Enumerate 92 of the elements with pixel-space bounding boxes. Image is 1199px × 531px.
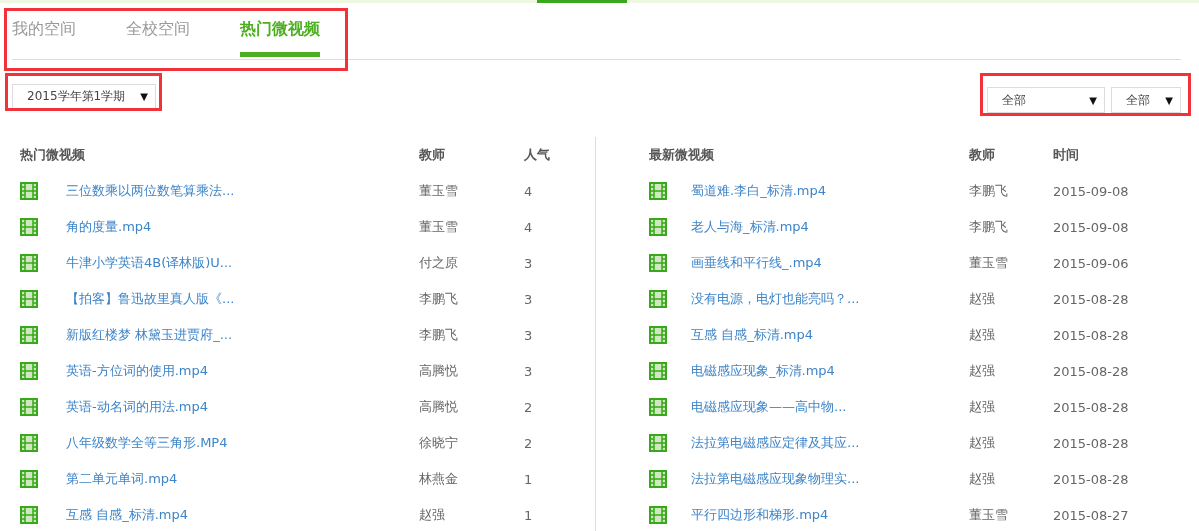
upload-date: 2015-08-28	[1053, 327, 1130, 343]
column-header: 热门微视频	[20, 146, 86, 164]
video-link[interactable]: 平行四边形和梯形.mp4	[691, 506, 969, 524]
column-header: 教师	[969, 146, 996, 164]
film-icon	[649, 326, 667, 344]
video-link[interactable]: 法拉第电磁感应定律及其应...	[691, 434, 969, 452]
film-icon	[649, 434, 667, 452]
film-icon	[20, 362, 38, 380]
teacher-name: 董玉雪	[419, 218, 459, 236]
teacher-name: 赵强	[969, 326, 996, 344]
video-link[interactable]: 法拉第电磁感应现象物理实...	[691, 470, 969, 488]
teacher-name: 付之原	[419, 254, 459, 272]
teacher-name: 董玉雪	[419, 182, 459, 200]
view-count: 4	[524, 183, 534, 199]
film-icon	[649, 470, 667, 488]
view-count: 3	[524, 327, 534, 343]
teacher-name: 赵强	[969, 290, 996, 308]
film-icon	[649, 254, 667, 272]
view-count: 3	[524, 363, 534, 379]
video-link[interactable]: 蜀道难.李白_标清.mp4	[691, 182, 969, 200]
filter-select[interactable]: 全部 ▼	[987, 87, 1105, 113]
view-count: 1	[524, 471, 534, 487]
teacher-name: 董玉雪	[969, 254, 1009, 272]
teacher-name: 林燕金	[419, 470, 459, 488]
video-link[interactable]: 画垂线和平行线_.mp4	[691, 254, 969, 272]
video-link[interactable]: 第二单元单词.mp4	[66, 470, 419, 488]
film-icon	[20, 506, 38, 524]
upload-date: 2015-08-28	[1053, 363, 1130, 379]
term-select[interactable]: 2015学年第1学期 ▼	[12, 83, 156, 110]
video-link[interactable]: 没有电源，电灯也能亮吗？...	[691, 290, 969, 308]
teacher-name: 赵强	[969, 434, 996, 452]
video-link[interactable]: 新版红楼梦 林黛玉进贾府_...	[66, 326, 419, 344]
tab[interactable]: 全校空间	[126, 17, 190, 57]
column-header: 人气	[524, 146, 551, 164]
film-icon	[649, 506, 667, 524]
video-link[interactable]: 牛津小学英语4B(译林版)U...	[66, 254, 419, 272]
teacher-name: 高腾悦	[419, 362, 459, 380]
upload-date: 2015-08-28	[1053, 399, 1130, 415]
video-link[interactable]: 八年级数学全等三角形.MP4	[66, 434, 419, 452]
filter-select[interactable]: 全部 ▼	[1111, 87, 1181, 113]
upload-date: 2015-08-27	[1053, 507, 1130, 523]
column-header: 教师	[419, 146, 446, 164]
film-icon	[649, 182, 667, 200]
teacher-name: 高腾悦	[419, 398, 459, 416]
film-icon	[649, 290, 667, 308]
film-icon	[20, 326, 38, 344]
film-icon	[20, 434, 38, 452]
film-icon	[20, 254, 38, 272]
film-icon	[20, 398, 38, 416]
upload-date: 2015-08-28	[1053, 471, 1130, 487]
teacher-name: 李鹏飞	[969, 218, 1009, 236]
tab[interactable]: 热门微视频	[240, 17, 320, 57]
film-icon	[649, 362, 667, 380]
teacher-name: 赵强	[969, 362, 996, 380]
video-link[interactable]: 英语-动名词的用法.mp4	[66, 398, 419, 416]
teacher-name: 李鹏飞	[419, 290, 459, 308]
upload-date: 2015-09-08	[1053, 219, 1130, 235]
video-link[interactable]: 角的度量.mp4	[66, 218, 419, 236]
film-icon	[20, 218, 38, 236]
video-link[interactable]: 电磁感应现象_标清.mp4	[691, 362, 969, 380]
film-icon	[20, 290, 38, 308]
video-link[interactable]: 老人与海_标清.mp4	[691, 218, 969, 236]
video-link[interactable]: 三位数乘以两位数笔算乘法...	[66, 182, 419, 200]
video-link[interactable]: 互感 自感_标清.mp4	[691, 326, 969, 344]
video-link[interactable]: 电磁感应现象——高中物...	[691, 398, 969, 416]
view-count: 1	[524, 507, 534, 523]
teacher-name: 李鹏飞	[969, 182, 1009, 200]
tab[interactable]: 我的空间	[12, 17, 76, 57]
teacher-name: 赵强	[969, 470, 996, 488]
teacher-name: 赵强	[969, 398, 996, 416]
teacher-name: 赵强	[419, 506, 446, 524]
video-link[interactable]: 互感 自感_标清.mp4	[66, 506, 419, 524]
upload-date: 2015-08-28	[1053, 291, 1130, 307]
upload-date: 2015-09-08	[1053, 183, 1130, 199]
column-header: 时间	[1053, 146, 1080, 164]
column-header: 最新微视频	[649, 146, 715, 164]
teacher-name: 李鹏飞	[419, 326, 459, 344]
upload-date: 2015-08-28	[1053, 435, 1130, 451]
view-count: 2	[524, 399, 534, 415]
view-count: 3	[524, 255, 534, 271]
video-link[interactable]: 【拍客】鲁迅故里真人版《...	[66, 290, 419, 308]
upload-date: 2015-09-06	[1053, 255, 1130, 271]
film-icon	[20, 182, 38, 200]
film-icon	[649, 218, 667, 236]
film-icon	[649, 398, 667, 416]
teacher-name: 董玉雪	[969, 506, 1009, 524]
film-icon	[20, 470, 38, 488]
view-count: 4	[524, 219, 534, 235]
view-count: 2	[524, 435, 534, 451]
teacher-name: 徐晓宁	[419, 434, 459, 452]
view-count: 3	[524, 291, 534, 307]
video-link[interactable]: 英语-方位词的使用.mp4	[66, 362, 419, 380]
